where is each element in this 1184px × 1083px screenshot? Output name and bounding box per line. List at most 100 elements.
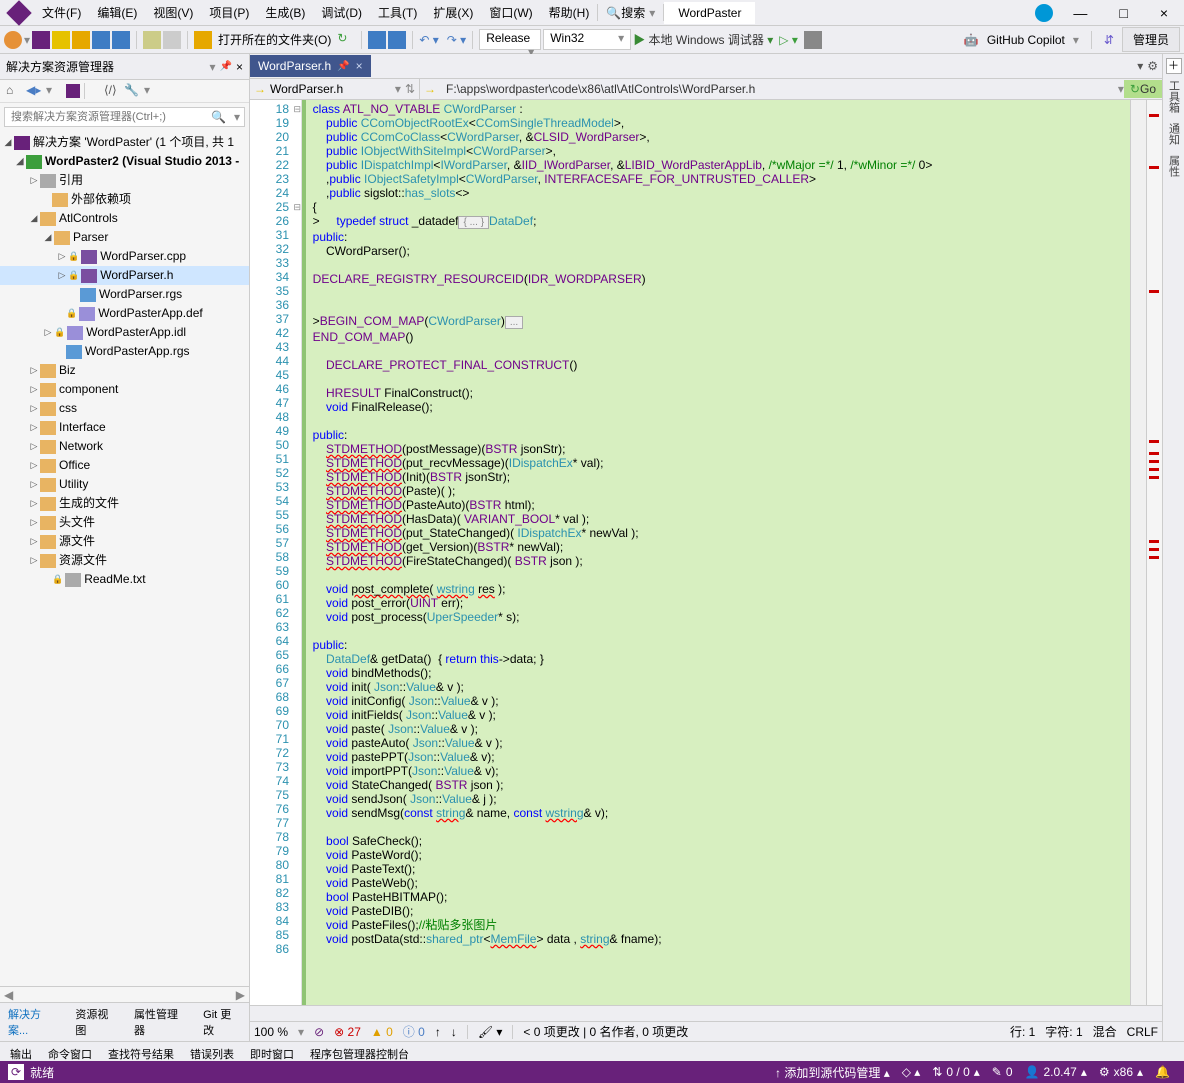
- output-tab[interactable]: 输出: [4, 1044, 38, 1059]
- save-all-icon[interactable]: [388, 31, 406, 49]
- output-tab[interactable]: 命令窗口: [42, 1044, 98, 1059]
- tree-node[interactable]: 源文件: [59, 533, 95, 550]
- open-icon[interactable]: [72, 31, 90, 49]
- menu-item[interactable]: 扩展(X): [425, 0, 481, 25]
- info-count[interactable]: ⓘ 0: [403, 1023, 425, 1040]
- save-all-icon[interactable]: [112, 31, 130, 49]
- tree-node-selected[interactable]: WordParser.h: [100, 267, 173, 284]
- brush-icon[interactable]: 🖌 ▾: [478, 1025, 503, 1039]
- sync-status[interactable]: ⇅ 0 / 0 ▴: [932, 1065, 979, 1079]
- tree-node[interactable]: ReadMe.txt: [84, 571, 145, 588]
- start-debug-button[interactable]: ▶ 本地 Windows 调试器 ▾: [633, 31, 773, 48]
- file-tab-active[interactable]: WordParser.h 📌 ×: [250, 55, 371, 77]
- tree-node[interactable]: WordParser.cpp: [100, 248, 186, 265]
- panel-tab[interactable]: Git 更改: [195, 1003, 249, 1041]
- pin-icon[interactable]: 📌: [220, 61, 232, 72]
- tree-node[interactable]: WordPasterApp.idl: [86, 324, 186, 341]
- quick-search[interactable]: 🔍 搜索 ▾: [597, 4, 664, 21]
- nav-up-icon[interactable]: ↑: [435, 1025, 441, 1039]
- menu-item[interactable]: 视图(V): [145, 0, 201, 25]
- dropdown-icon[interactable]: ▾: [210, 60, 216, 74]
- issues-status[interactable]: ✎ 0: [992, 1065, 1013, 1079]
- scroll-right-icon[interactable]: ▶: [236, 988, 245, 1002]
- icon[interactable]: [804, 31, 822, 49]
- tree-node[interactable]: Parser: [73, 229, 108, 246]
- menu-item[interactable]: 项目(P): [201, 0, 257, 25]
- health-icon[interactable]: ⊘: [314, 1025, 324, 1039]
- close-icon[interactable]: ×: [236, 60, 243, 74]
- side-tab-properties[interactable]: 属性: [1164, 151, 1184, 181]
- folder-icon[interactable]: [194, 31, 212, 49]
- menu-item[interactable]: 文件(F): [34, 0, 89, 25]
- panel-tab[interactable]: 解决方案...: [0, 1003, 67, 1041]
- solution-tree[interactable]: 解决方案 'WordPaster' (1 个项目, 共 1 WordPaster…: [0, 131, 249, 986]
- panel-tab[interactable]: 属性管理器: [126, 1003, 195, 1041]
- new-project-icon[interactable]: [32, 31, 50, 49]
- save-icon[interactable]: [92, 31, 110, 49]
- undo-icon[interactable]: ↶ ▾: [419, 33, 438, 47]
- output-tab[interactable]: 错误列表: [184, 1044, 240, 1059]
- save-icon[interactable]: [368, 31, 386, 49]
- vertical-scrollbar[interactable]: [1130, 100, 1146, 1005]
- tree-node[interactable]: Network: [59, 438, 103, 455]
- output-tab[interactable]: 查找符号结果: [102, 1044, 180, 1059]
- tree-node[interactable]: AtlControls: [59, 210, 118, 227]
- horizontal-scrollbar[interactable]: [250, 1005, 1162, 1021]
- search-icon[interactable]: 🔍: [207, 110, 230, 124]
- close-button[interactable]: ×: [1148, 1, 1180, 25]
- solution-node[interactable]: 解决方案 'WordPaster' (1 个项目, 共 1: [33, 134, 234, 151]
- scope-select[interactable]: →WordParser.h▾⇅: [250, 79, 420, 99]
- icon[interactable]: [143, 31, 161, 49]
- dropdown-icon[interactable]: ▾: [24, 33, 30, 47]
- warning-count[interactable]: ▲ 0: [371, 1025, 393, 1039]
- active-document-tab[interactable]: WordPaster: [664, 2, 755, 24]
- home-icon[interactable]: ⌂: [6, 83, 22, 99]
- pin-icon[interactable]: 📌: [337, 61, 349, 72]
- configuration-select[interactable]: Release ▾: [479, 29, 541, 50]
- tree-node[interactable]: 资源文件: [59, 552, 107, 569]
- scroll-left-icon[interactable]: ◀: [4, 988, 13, 1002]
- solution-search-input[interactable]: [5, 108, 207, 126]
- col-indicator[interactable]: 字符: 1: [1045, 1023, 1082, 1040]
- minimize-button[interactable]: —: [1061, 1, 1099, 25]
- codelens-summary[interactable]: < 0 项更改 | 0 名作者, 0 项更改: [523, 1023, 688, 1040]
- tree-node[interactable]: Biz: [59, 362, 76, 379]
- tree-node[interactable]: css: [59, 400, 77, 417]
- line-gutter[interactable]: 18⊟19202122232425⊟2631323334353637424344…: [250, 100, 302, 1005]
- menu-item[interactable]: 工具(T): [370, 0, 425, 25]
- close-icon[interactable]: ×: [356, 59, 363, 73]
- tree-node[interactable]: Interface: [59, 419, 106, 436]
- sync-icon[interactable]: ⟳: [8, 1064, 24, 1080]
- tree-node[interactable]: WordPasterApp.rgs: [85, 343, 190, 360]
- tree-node[interactable]: 外部依赖项: [71, 191, 131, 208]
- redo-icon[interactable]: ↷ ▾: [447, 33, 466, 47]
- github-copilot-button[interactable]: GitHub Copilot: [987, 33, 1065, 47]
- repo-icon[interactable]: ◇ ▴: [902, 1065, 921, 1079]
- gear-icon[interactable]: ⚙: [1147, 59, 1158, 73]
- tree-node[interactable]: component: [59, 381, 118, 398]
- tree-node[interactable]: WordPasterApp.def: [98, 305, 203, 322]
- error-count[interactable]: ⊗ 27: [334, 1025, 361, 1039]
- tree-node[interactable]: 生成的文件: [59, 495, 119, 512]
- dropdown-icon[interactable]: ▾: [230, 110, 244, 124]
- go-button[interactable]: ↻Go: [1124, 80, 1162, 98]
- show-all-icon[interactable]: ⟨/⟩: [104, 83, 120, 99]
- start-no-debug-icon[interactable]: ▷ ▾: [779, 33, 798, 47]
- menu-item[interactable]: 生成(B): [257, 0, 313, 25]
- output-tab[interactable]: 程序包管理器控制台: [304, 1044, 415, 1059]
- feedback-icon[interactable]: [1035, 4, 1053, 22]
- menu-item[interactable]: 编辑(E): [89, 0, 145, 25]
- nav-back-icon[interactable]: [4, 31, 22, 49]
- tree-node[interactable]: Office: [59, 457, 90, 474]
- sync-icon[interactable]: [66, 84, 80, 98]
- open-containing-folder[interactable]: 打开所在的文件夹(O): [214, 31, 335, 48]
- side-tab-notifications[interactable]: 通知: [1164, 119, 1184, 149]
- tree-node[interactable]: WordParser.rgs: [99, 286, 182, 303]
- maximize-button[interactable]: □: [1107, 1, 1139, 25]
- line-indicator[interactable]: 行: 1: [1010, 1023, 1035, 1040]
- output-tab[interactable]: 即时窗口: [244, 1044, 300, 1059]
- back-icon[interactable]: ◀▸: [26, 83, 42, 99]
- eol-mode[interactable]: CRLF: [1127, 1025, 1158, 1039]
- arch-indicator[interactable]: ⚙ x86 ▴: [1099, 1065, 1143, 1079]
- nav-down-icon[interactable]: ↓: [451, 1025, 457, 1039]
